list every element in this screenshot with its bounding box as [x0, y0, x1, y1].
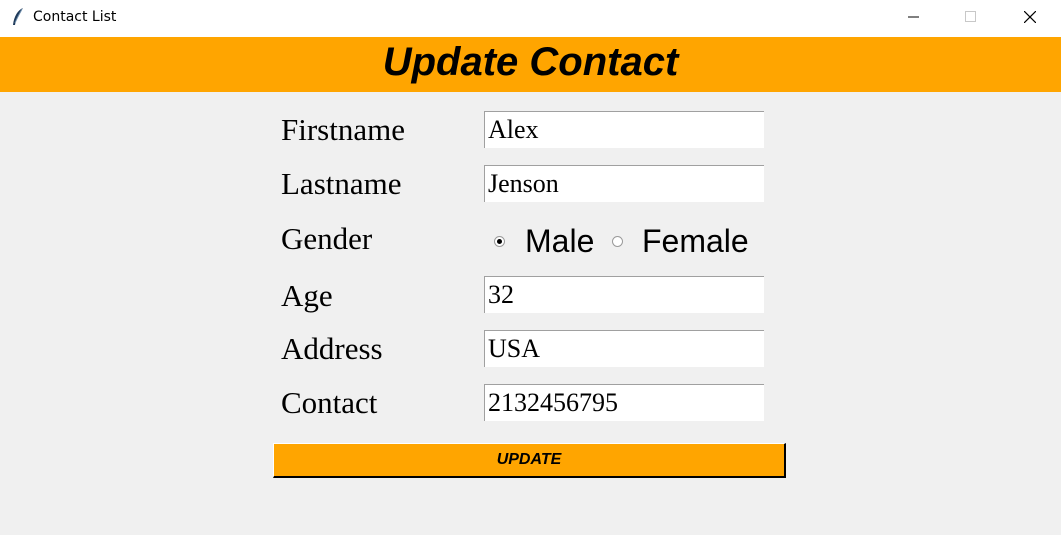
lastname-label: Lastname — [281, 166, 402, 201]
contact-field[interactable]: 2132456795 — [484, 384, 764, 421]
page-title: Update Contact — [382, 40, 679, 84]
maximize-button[interactable] — [943, 0, 999, 37]
feather-icon — [11, 7, 25, 27]
close-button[interactable] — [1002, 0, 1058, 37]
firstname-label: Firstname — [281, 112, 405, 147]
contact-label: Contact — [281, 385, 378, 420]
maximize-icon — [965, 10, 977, 28]
radio-female[interactable] — [609, 233, 625, 249]
age-field[interactable]: 32 — [484, 276, 764, 313]
radio-male-label[interactable]: Male — [525, 222, 594, 260]
address-field[interactable]: USA — [484, 330, 764, 367]
close-icon — [1023, 10, 1037, 28]
address-label: Address — [281, 331, 383, 366]
update-button[interactable]: UPDATE — [273, 443, 786, 478]
update-button-label: UPDATE — [496, 451, 562, 468]
header-bar: Update Contact — [0, 37, 1061, 92]
radio-female-label[interactable]: Female — [642, 222, 749, 260]
lastname-field[interactable]: Jenson — [484, 165, 764, 202]
radio-male[interactable] — [491, 233, 507, 249]
age-label: Age — [281, 278, 333, 313]
minimize-button[interactable] — [886, 0, 942, 37]
title-bar: Contact List — [0, 0, 1061, 37]
firstname-field[interactable]: Alex — [484, 111, 764, 148]
window-title: Contact List — [33, 9, 117, 25]
gender-label: Gender — [281, 221, 373, 256]
minimize-icon — [908, 10, 920, 28]
